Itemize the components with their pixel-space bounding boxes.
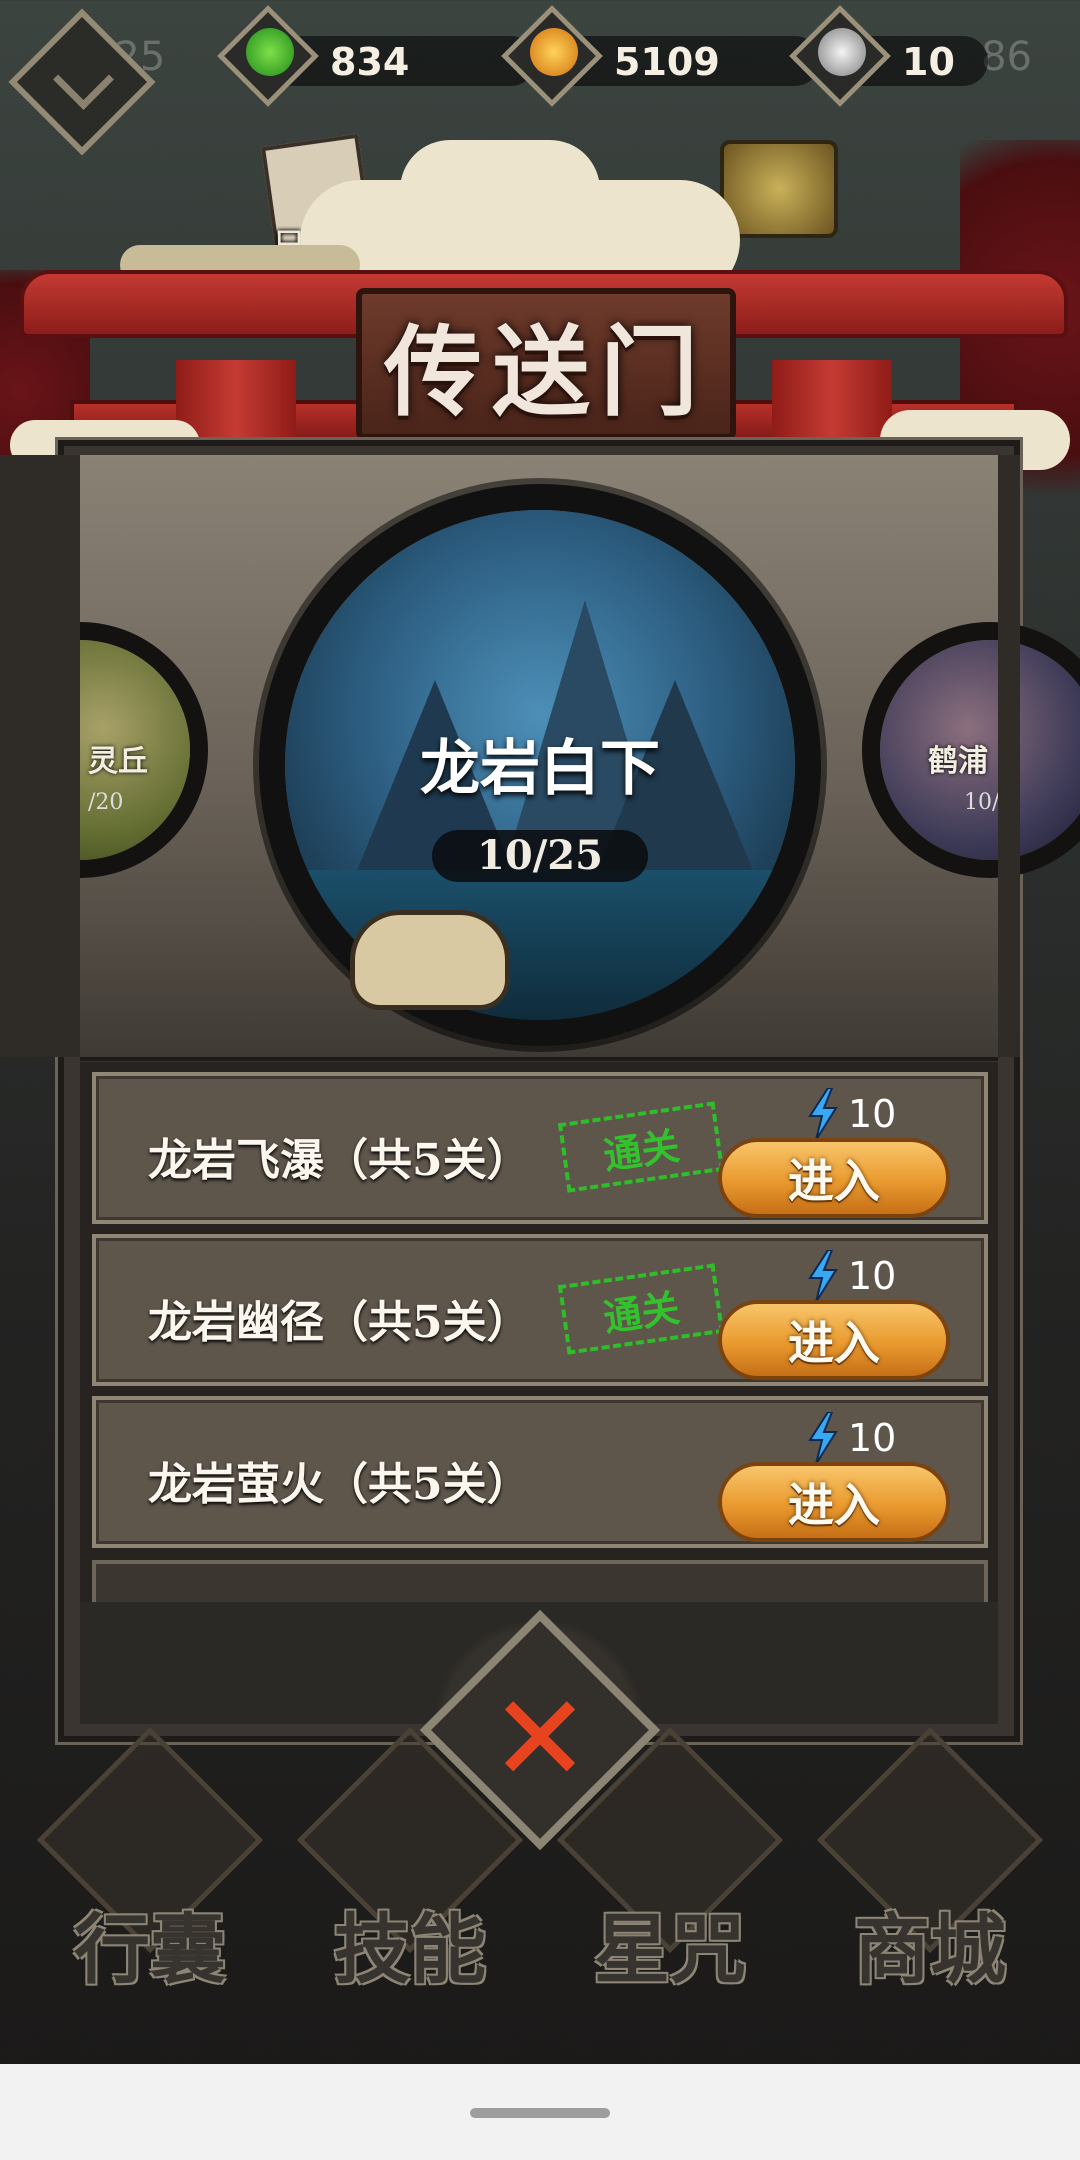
- nav-skills-label: 技能: [334, 1905, 486, 1994]
- panel-edge: [0, 455, 80, 1057]
- resource-stamina[interactable]: 834: [217, 5, 536, 107]
- lightning-icon: [808, 1088, 838, 1140]
- nav-bag[interactable]: 行囊: [36, 1726, 264, 1994]
- stage-cost-value: 10: [848, 1416, 897, 1460]
- enter-button[interactable]: 进入: [718, 1300, 950, 1380]
- home-indicator[interactable]: [470, 2108, 610, 2118]
- stage-row: 龙岩飞瀑（共5关） 通关 10 进入: [92, 1072, 988, 1224]
- enter-button-label: 进入: [788, 1154, 880, 1208]
- enter-button-label: 进入: [788, 1478, 880, 1532]
- stage-row: 龙岩萤火（共5关） 10 进入: [92, 1396, 988, 1548]
- stage-cost: 10: [806, 1088, 896, 1140]
- page-title: 传送门: [383, 315, 708, 430]
- resource-silver-value: 10: [902, 40, 955, 84]
- stage-name: 龙岩幽径（共5关）: [148, 1297, 531, 1348]
- lightning-icon: [808, 1412, 838, 1464]
- portal-right-progress: 10/: [964, 790, 1000, 815]
- resource-silver[interactable]: 10: [789, 5, 988, 107]
- cloud-ornament-icon: [350, 910, 510, 1010]
- status-battery: 86: [981, 34, 1032, 80]
- stage-cost-value: 10: [848, 1092, 897, 1136]
- stage-name: 龙岩飞瀑（共5关）: [148, 1135, 531, 1186]
- silver-coin-icon: [818, 28, 866, 76]
- enter-button-label: 进入: [788, 1316, 880, 1370]
- gate-sign: 传送门: [356, 288, 736, 440]
- resource-coin-value: 5109: [614, 40, 720, 84]
- nav-shop[interactable]: 商城: [816, 1726, 1044, 1994]
- portal-main-progress: 10/25: [477, 832, 603, 879]
- nav-shop-label: 商城: [854, 1905, 1006, 1994]
- stage-cost-value: 10: [848, 1254, 897, 1298]
- stage-row-partial: [92, 1560, 988, 1602]
- green-flame-icon: [246, 28, 294, 76]
- cleared-stamp-label: 通关: [600, 1284, 683, 1340]
- resource-stamina-value: 834: [330, 40, 410, 84]
- portal-left-progress: /20: [88, 790, 124, 815]
- panel-edge: [998, 455, 1020, 1057]
- cleared-stamp: 通关: [557, 1101, 725, 1193]
- cleared-stamp: 通关: [557, 1263, 725, 1355]
- cleared-stamp-label: 通关: [600, 1122, 683, 1178]
- portal-left-name: 灵丘: [88, 744, 148, 779]
- close-icon: ✕: [489, 1670, 591, 1809]
- nav-spells-label: 星咒: [594, 1905, 746, 1994]
- stage-row: 龙岩幽径（共5关） 通关 10 进入: [92, 1234, 988, 1386]
- enter-button[interactable]: 进入: [718, 1138, 950, 1218]
- cloud-decoration: [400, 140, 600, 240]
- portal-right-name: 鹤浦: [928, 744, 988, 779]
- lightning-icon: [808, 1250, 838, 1302]
- enter-button[interactable]: 进入: [718, 1462, 950, 1542]
- stage-cost: 10: [806, 1250, 896, 1302]
- resource-coin[interactable]: 5109: [501, 5, 820, 107]
- nav-bag-label: 行囊: [74, 1905, 226, 1994]
- gold-coin-icon: [530, 28, 578, 76]
- portal-main-name: 龙岩白下: [420, 734, 660, 804]
- stage-name: 龙岩萤火（共5关）: [148, 1459, 531, 1510]
- stage-cost: 10: [806, 1412, 896, 1464]
